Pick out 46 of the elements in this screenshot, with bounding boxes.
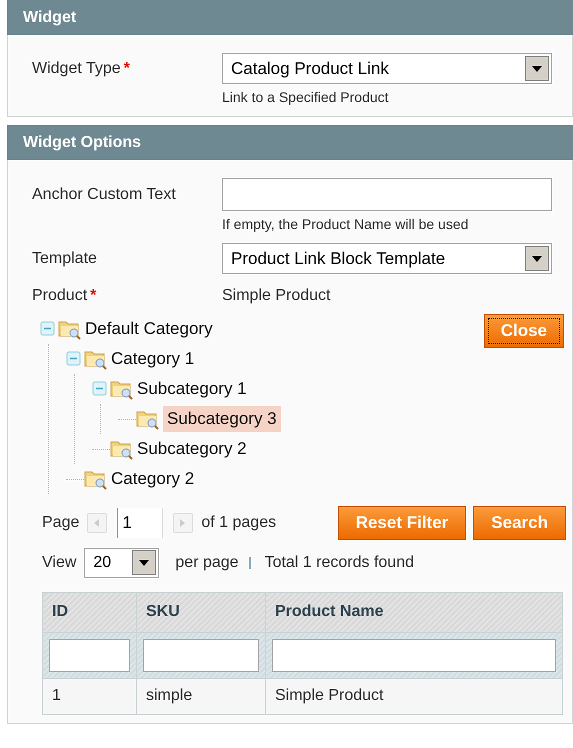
pager-label: Page <box>42 512 80 533</box>
table-cell: 1 <box>42 678 136 714</box>
field-value: Simple Product <box>222 286 330 306</box>
tree-node[interactable]: Default Category <box>85 316 213 342</box>
records-count: Total 1 records found <box>264 552 414 572</box>
tree-node[interactable]: Category 1 <box>111 346 194 372</box>
caret-icon <box>525 246 549 271</box>
tree-node[interactable]: Subcategory 3 <box>163 406 281 432</box>
right-arrow-icon <box>180 518 186 527</box>
select-field[interactable]: Product Link Block Template <box>222 243 552 274</box>
tree-node[interactable]: Category 2 <box>111 466 194 492</box>
section-header: Widget Options <box>7 125 573 160</box>
select-field[interactable]: Catalog Product Link <box>222 53 552 84</box>
view-label: View <box>42 552 76 572</box>
column-header[interactable]: SKU <box>136 592 266 632</box>
field-label: Anchor Custom Text <box>32 184 176 204</box>
filter-field[interactable] <box>143 638 259 672</box>
filter-field[interactable] <box>272 638 556 672</box>
collapse-toggle-icon[interactable] <box>40 321 56 337</box>
section-header: Widget <box>7 0 573 35</box>
collapse-toggle-icon[interactable] <box>66 351 82 367</box>
field-note: Link to a Specified Product <box>222 88 390 107</box>
per-page-label: per page <box>175 552 239 572</box>
collapse-toggle-icon[interactable] <box>92 381 108 397</box>
field-note: If empty, the Product Name will be used <box>222 215 470 234</box>
per-page-select[interactable]: 20 <box>84 548 160 578</box>
tree-node[interactable]: Subcategory 2 <box>137 436 247 462</box>
page-count: of 1 pages <box>201 512 276 533</box>
field-label: Widget Type <box>32 58 121 78</box>
column-header[interactable]: Product Name <box>266 592 562 632</box>
filter-field[interactable] <box>49 638 130 672</box>
field-label: Product <box>32 286 88 306</box>
table-cell: simple <box>136 678 266 714</box>
input-field[interactable] <box>222 178 552 211</box>
next-page-button[interactable] <box>173 512 194 533</box>
caret-icon <box>525 56 549 81</box>
table-cell: Simple Product <box>266 678 562 714</box>
previous-page-button[interactable] <box>87 512 108 533</box>
caret-icon <box>132 550 156 575</box>
page-field[interactable]: 1 <box>117 508 164 538</box>
tree-node[interactable]: Subcategory 1 <box>137 376 247 402</box>
required-mark: * <box>90 286 96 306</box>
column-header[interactable]: ID <box>42 592 136 632</box>
left-arrow-icon <box>94 518 100 527</box>
field-label: Template <box>32 248 97 268</box>
required-mark: * <box>124 58 130 78</box>
